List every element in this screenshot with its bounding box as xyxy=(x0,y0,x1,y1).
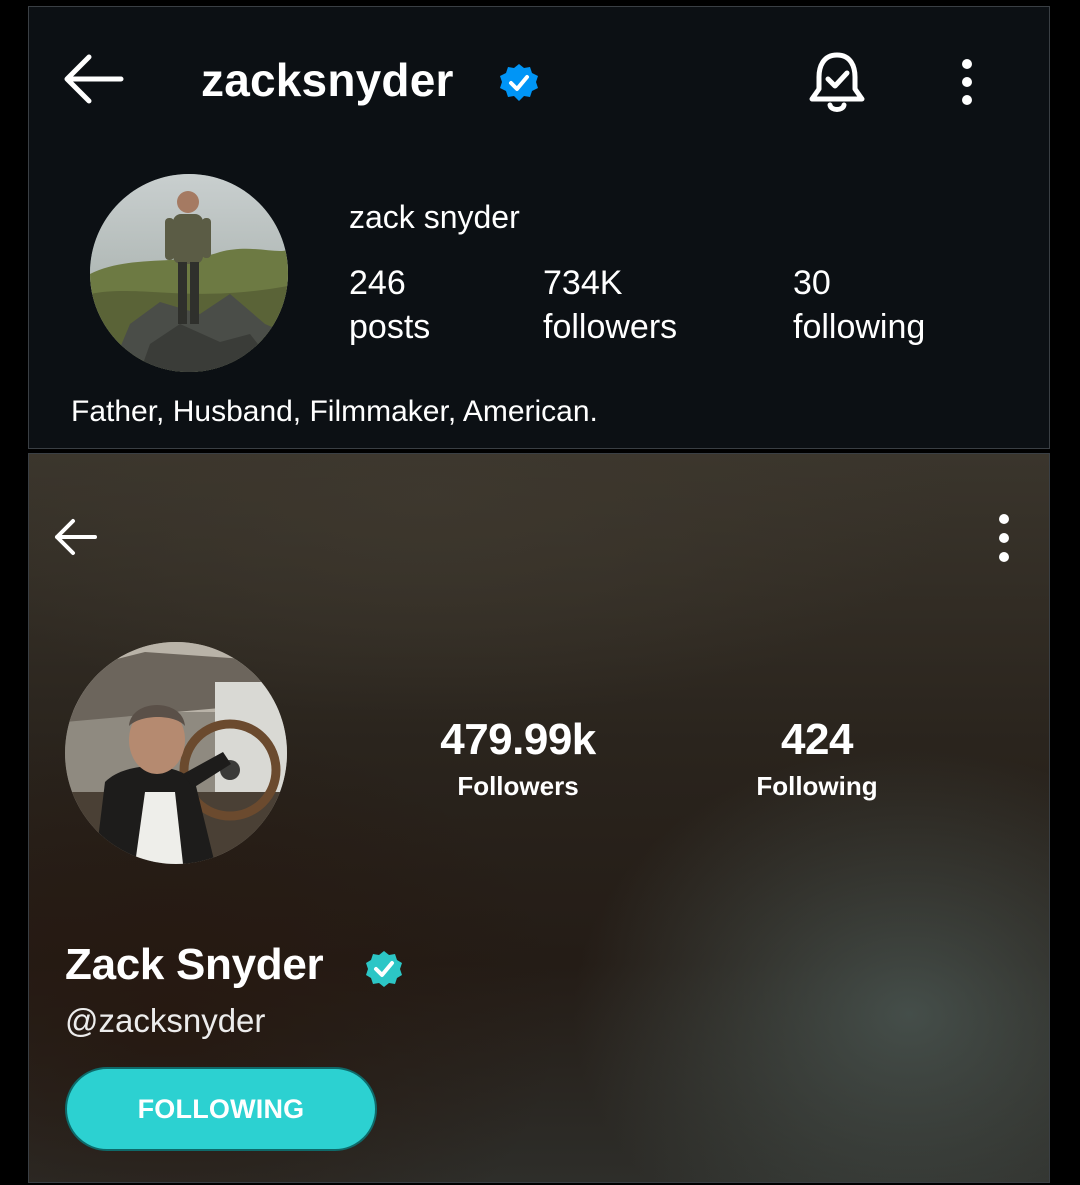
profile-avatar[interactable] xyxy=(65,642,287,864)
following-count: 424 xyxy=(781,715,853,764)
instagram-profile-panel: zacksnyder zack snyder 246 posts 734K fo… xyxy=(28,6,1050,449)
following-label: Following xyxy=(756,771,878,801)
verified-check-icon xyxy=(365,950,403,988)
followers-stat[interactable]: 479.99k Followers xyxy=(415,714,621,806)
posts-stat[interactable]: 246 posts xyxy=(349,261,430,349)
more-vertical-icon xyxy=(999,514,1009,562)
profile-handle: @zacksnyder xyxy=(65,1002,266,1039)
arrow-left-icon xyxy=(55,519,97,555)
followers-stat[interactable]: 734K followers xyxy=(543,261,677,349)
profile-avatar[interactable] xyxy=(90,174,288,372)
following-stat[interactable]: 30 following xyxy=(793,261,925,349)
more-vertical-icon xyxy=(962,59,972,105)
back-button[interactable] xyxy=(51,512,101,562)
profile-username: zacksnyder xyxy=(201,54,454,106)
profile-bio: Father, Husband, Filmmaker, American. xyxy=(71,395,598,428)
notifications-button[interactable] xyxy=(805,49,869,117)
bell-check-icon xyxy=(809,52,865,112)
screenshot-canvas: zacksnyder zack snyder 246 posts 734K fo… xyxy=(0,0,1080,1185)
more-options-button[interactable] xyxy=(947,55,987,111)
following-label: following xyxy=(793,308,926,346)
verified-badge-icon xyxy=(499,63,539,103)
fan-profile-panel: 479.99k Followers 424 Following Zack Sny… xyxy=(28,453,1050,1183)
posts-label: posts xyxy=(349,308,431,346)
followers-label: Followers xyxy=(457,771,579,801)
followers-count: 479.99k xyxy=(440,715,596,764)
followers-label: followers xyxy=(543,308,678,346)
back-button[interactable] xyxy=(59,51,127,107)
arrow-left-icon xyxy=(64,54,124,104)
posts-count: 246 xyxy=(349,264,406,302)
followers-count: 734K xyxy=(543,264,623,302)
following-count: 30 xyxy=(793,264,831,302)
following-stat[interactable]: 424 Following xyxy=(729,714,905,806)
profile-full-name: zack snyder xyxy=(349,199,520,235)
profile-display-name: Zack Snyder xyxy=(65,940,324,989)
following-button[interactable]: FOLLOWING xyxy=(65,1067,377,1151)
more-options-button[interactable] xyxy=(984,510,1024,566)
